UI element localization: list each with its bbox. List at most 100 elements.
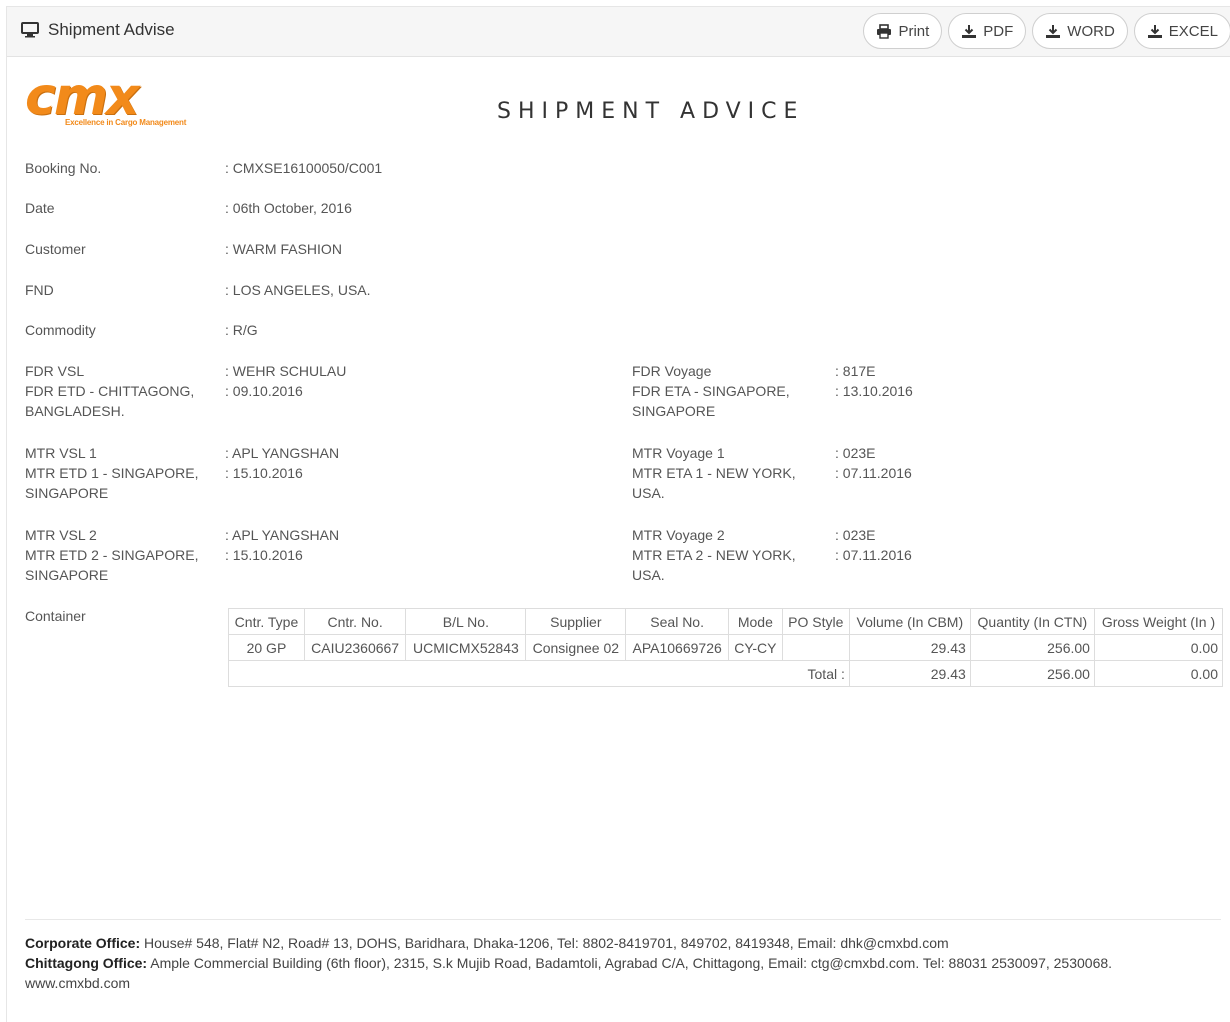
footer: Corporate Office: House# 548, Flat# N2, … <box>25 933 1112 993</box>
corporate-office-label: Corporate Office: <box>25 935 141 951</box>
date-row: Date : 06th October, 2016 <box>7 198 1230 218</box>
mtr-vsl-1-label: MTR VSL 1 <box>25 445 97 461</box>
cell-seal-no: APA10669726 <box>625 634 730 661</box>
mtr-etd-1-value: : 15.10.2016 <box>225 465 303 481</box>
mtr-vsl-1-value: : APL YANGSHAN <box>225 445 340 461</box>
mtr-voyage-2-value: : 023E <box>835 527 876 543</box>
total-row: Total : 29.43 256.00 0.00 <box>228 660 1224 687</box>
total-label: Total : <box>228 660 850 687</box>
mtr-etd-2-value: : 15.10.2016 <box>225 547 303 563</box>
corporate-office-text: House# 548, Flat# N2, Road# 13, DOHS, Ba… <box>140 935 949 951</box>
container-label: Container <box>25 608 86 624</box>
download-icon <box>1147 24 1163 39</box>
document-title: SHIPMENT ADVICE <box>497 99 805 124</box>
word-button[interactable]: WORD <box>1032 13 1128 49</box>
fdr-etd-label: FDR ETD - CHITTAGONG, BANGLADESH. <box>25 383 195 419</box>
panel-title: Shipment Advise <box>21 20 175 40</box>
total-quantity: 256.00 <box>969 660 1095 687</box>
container-table: Cntr. Type Cntr. No. B/L No. Supplier Se… <box>228 608 1224 687</box>
date-label: Date <box>25 200 55 216</box>
word-label: WORD <box>1067 22 1115 40</box>
col-cntr-type: Cntr. Type <box>228 608 305 635</box>
mtr-etd-1-label: MTR ETD 1 - SINGAPORE, SINGAPORE <box>25 465 199 501</box>
commodity-row: Commodity : R/G <box>7 320 1230 340</box>
corporate-office-line: Corporate Office: House# 548, Flat# N2, … <box>25 933 1112 953</box>
chittagong-office-text: Ample Commercial Building (6th floor), 2… <box>147 955 1113 971</box>
customer-row: Customer : WARM FASHION <box>7 239 1230 259</box>
footer-divider <box>25 919 1221 920</box>
cell-mode: CY-CY <box>728 634 783 661</box>
cell-quantity: 256.00 <box>969 634 1095 661</box>
panel-header: Shipment Advise Print PDF WORD EXCEL <box>7 7 1230 57</box>
mtr-voyage-1-value: : 023E <box>835 445 876 461</box>
col-po-style: PO Style <box>781 608 850 635</box>
website-link[interactable]: www.cmxbd.com <box>25 973 1112 993</box>
pdf-label: PDF <box>983 22 1014 40</box>
chittagong-office-line: Chittagong Office: Ample Commercial Buil… <box>25 953 1112 973</box>
commodity-value: : R/G <box>225 322 258 338</box>
fnd-value: : LOS ANGELES, USA. <box>225 282 371 298</box>
cell-cntr-no: CAIU2360667 <box>303 634 407 661</box>
pdf-button[interactable]: PDF <box>948 13 1027 49</box>
fnd-label: FND <box>25 282 54 298</box>
mtr-eta-1-value: : 07.11.2016 <box>835 465 912 481</box>
fdr-voyage-value: : 817E <box>835 363 876 379</box>
customer-value: : WARM FASHION <box>225 241 342 257</box>
company-logo: cmx Excellence in Cargo Management <box>25 67 187 131</box>
fdr-eta-label: FDR ETA - SINGAPORE, SINGAPORE <box>632 383 790 419</box>
fnd-row: FND : LOS ANGELES, USA. <box>7 280 1230 300</box>
mtr-eta-2-value: : 07.11.2016 <box>835 547 912 563</box>
logo-wordmark: cmx <box>25 67 140 127</box>
fdr-voyage-label: FDR Voyage <box>632 363 712 379</box>
total-volume: 29.43 <box>848 660 971 687</box>
excel-label: EXCEL <box>1168 22 1218 40</box>
booking-no-label: Booking No. <box>25 160 102 176</box>
booking-no-row: Booking No. : CMXSE16100050/C001 <box>7 158 1230 178</box>
mtr-vsl-2-value: : APL YANGSHAN <box>225 527 340 543</box>
shipment-advise-panel: Shipment Advise Print PDF WORD EXCEL cmx… <box>6 6 1230 1022</box>
total-gross-weight: 0.00 <box>1093 660 1224 687</box>
chittagong-office-label: Chittagong Office: <box>25 955 148 971</box>
export-button-group: Print PDF WORD EXCEL <box>857 13 1230 49</box>
logo-tagline: Excellence in Cargo Management <box>65 118 187 127</box>
cell-po-style <box>781 634 850 661</box>
cell-gross-weight: 0.00 <box>1093 634 1224 661</box>
fdr-etd-value: : 09.10.2016 <box>225 383 303 399</box>
customer-label: Customer <box>25 241 86 257</box>
col-quantity: Quantity (In CTN) <box>969 608 1095 635</box>
mtr-eta-1-label: MTR ETA 1 - NEW YORK, USA. <box>632 465 796 501</box>
mtr-vsl-2-label: MTR VSL 2 <box>25 527 97 543</box>
mtr-voyage-2-label: MTR Voyage 2 <box>632 527 725 543</box>
fdr-block: FDR VSL : WEHR SCHULAU FDR ETD - CHITTAG… <box>7 361 1230 423</box>
col-mode: Mode <box>728 608 783 635</box>
col-seal-no: Seal No. <box>625 608 730 635</box>
date-value: : 06th October, 2016 <box>225 200 352 216</box>
fdr-vsl-value: : WEHR SCHULAU <box>225 363 347 379</box>
mtr-voyage-1-label: MTR Voyage 1 <box>632 445 725 461</box>
fdr-vsl-label: FDR VSL <box>25 363 85 379</box>
col-cntr-no: Cntr. No. <box>303 608 407 635</box>
excel-button[interactable]: EXCEL <box>1133 13 1230 49</box>
cell-cntr-type: 20 GP <box>228 634 305 661</box>
table-row: 20 GP CAIU2360667 UCMICMX52843 Consignee… <box>228 634 1224 661</box>
mtr-etd-2-label: MTR ETD 2 - SINGAPORE, SINGAPORE <box>25 547 199 583</box>
print-label: Print <box>898 22 930 40</box>
download-icon <box>1045 24 1061 39</box>
container-header-row: Cntr. Type Cntr. No. B/L No. Supplier Se… <box>228 608 1224 635</box>
booking-no-value: : CMXSE16100050/C001 <box>225 160 383 176</box>
col-bl-no: B/L No. <box>405 608 527 635</box>
download-icon <box>961 24 977 39</box>
mtr-2-block: MTR VSL 2 : APL YANGSHAN MTR ETD 2 - SIN… <box>7 525 1230 587</box>
commodity-label: Commodity <box>25 322 96 338</box>
mtr-eta-2-label: MTR ETA 2 - NEW YORK, USA. <box>632 547 796 583</box>
panel-title-text: Shipment Advise <box>48 20 175 39</box>
cell-supplier: Consignee 02 <box>525 634 627 661</box>
cell-bl-no: UCMICMX52843 <box>405 634 527 661</box>
col-supplier: Supplier <box>525 608 627 635</box>
print-button[interactable]: Print <box>863 13 943 49</box>
fdr-eta-value: : 13.10.2016 <box>835 383 913 399</box>
mtr-1-block: MTR VSL 1 : APL YANGSHAN MTR ETD 1 - SIN… <box>7 443 1230 505</box>
col-volume: Volume (In CBM) <box>848 608 971 635</box>
col-gross-weight: Gross Weight (In ) <box>1093 608 1224 635</box>
printer-icon <box>876 23 892 39</box>
